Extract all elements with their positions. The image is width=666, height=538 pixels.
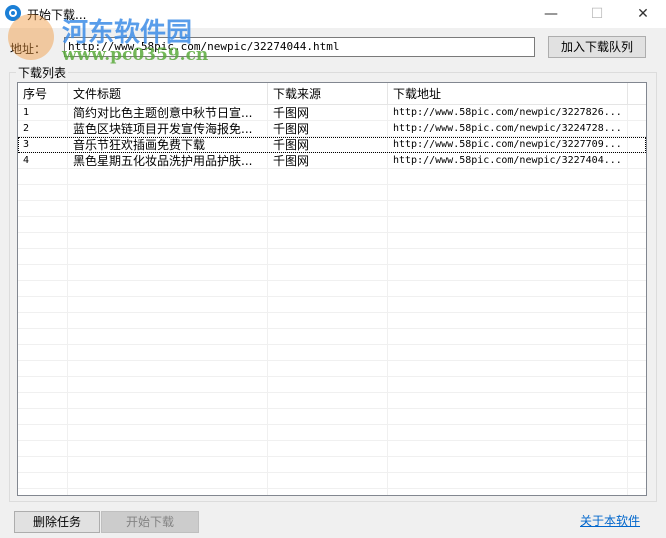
empty-row [18, 201, 646, 217]
cell-source: 千图网 [273, 154, 310, 168]
watermark-name: 河东软件园 [62, 18, 193, 48]
add-to-queue-button[interactable]: 加入下载队列 [548, 36, 646, 58]
about-link[interactable]: 关于本软件 [580, 512, 640, 529]
empty-row [18, 297, 646, 313]
list-header: 序号 文件标题 下载来源 下载地址 [18, 83, 646, 105]
cell-title: 黑色星期五化妆品洗护用品护肤... [73, 154, 253, 168]
table-row[interactable]: 2 蓝色区块链项目开发宣传海报免... 千图网 http://www.58pic.co… [18, 121, 646, 137]
empty-row [18, 441, 646, 457]
delete-task-button[interactable]: 删除任务 [14, 511, 100, 533]
empty-row [18, 377, 646, 393]
empty-row [18, 329, 646, 345]
empty-row [18, 345, 646, 361]
cell-url: http://www.58pic.com/newpic/3227826... [393, 107, 622, 118]
cell-source: 千图网 [273, 122, 310, 136]
watermark-logo [8, 14, 54, 60]
column-header-source[interactable]: 下载来源 [268, 83, 388, 105]
cell-title: 蓝色区块链项目开发宣传海报免... [73, 122, 253, 136]
empty-row [18, 409, 646, 425]
maximize-button[interactable]: ☐ [574, 0, 620, 28]
start-download-button[interactable]: 开始下载 [101, 511, 199, 533]
cell-title: 简约对比色主题创意中秋节日宣... [73, 106, 253, 120]
cell-index: 1 [23, 107, 30, 118]
cell-source: 千图网 [273, 138, 310, 152]
empty-row [18, 249, 646, 265]
empty-row [18, 281, 646, 297]
cell-title: 音乐节狂欢插画免费下载 [73, 138, 206, 152]
close-button[interactable]: ✕ [620, 0, 666, 28]
column-header-url[interactable]: 下载地址 [388, 83, 628, 105]
cell-index: 2 [23, 123, 30, 134]
empty-row [18, 233, 646, 249]
cell-url: http://www.58pic.com/newpic/3224728... [393, 123, 622, 134]
group-label: 下载列表 [16, 64, 69, 81]
table-row[interactable]: 4 黑色星期五化妆品洗护用品护肤... 千图网 http://www.58pic.co… [18, 153, 646, 169]
empty-row [18, 425, 646, 441]
empty-row [18, 361, 646, 377]
download-list[interactable]: 序号 文件标题 下载来源 下载地址 1 简约对比色主题创意中秋节日宣... 千图网 h… [17, 82, 647, 496]
empty-row [18, 393, 646, 409]
minimize-button[interactable]: — [528, 0, 574, 28]
table-row[interactable]: 1 简约对比色主题创意中秋节日宣... 千图网 http://www.58pic.co… [18, 105, 646, 121]
empty-row [18, 265, 646, 281]
empty-row [18, 457, 646, 473]
empty-row [18, 473, 646, 489]
column-header-index[interactable]: 序号 [18, 83, 68, 105]
table-row[interactable]: 3 音乐节狂欢插画免费下载 千图网 http://www.58pic.com/newp… [18, 137, 646, 153]
column-header-title[interactable]: 文件标题 [68, 83, 268, 105]
empty-row [18, 185, 646, 201]
empty-row [18, 313, 646, 329]
cell-url: http://www.58pic.com/newpic/3227709... [393, 139, 622, 150]
watermark-url: www.pc0359.cn [62, 45, 209, 65]
cell-index: 3 [23, 139, 30, 150]
cell-index: 4 [23, 155, 30, 166]
empty-row [18, 169, 646, 185]
cell-source: 千图网 [273, 106, 310, 120]
empty-row [18, 217, 646, 233]
cell-url: http://www.58pic.com/newpic/3227404... [393, 155, 622, 166]
